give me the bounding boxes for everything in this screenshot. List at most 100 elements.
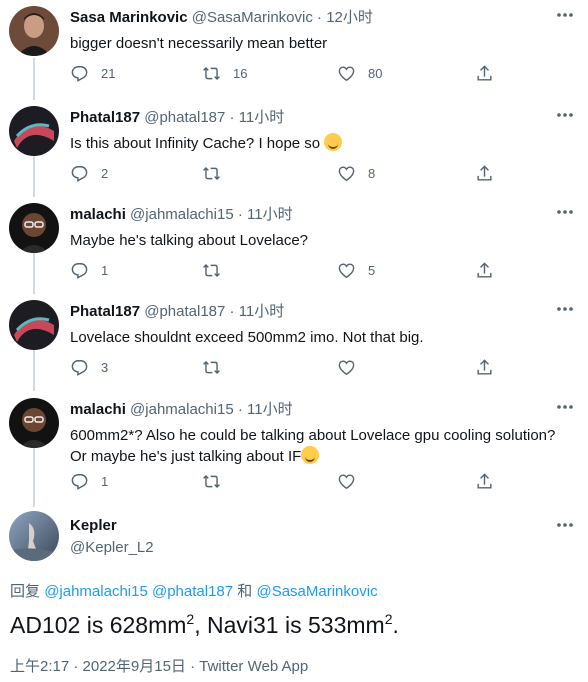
- tweet[interactable]: malachi @jahmalachi15 · 11小时 Maybe he's …: [0, 197, 588, 294]
- tweet-text-content: Or maybe he's just talking about IF: [70, 448, 302, 465]
- display-name[interactable]: Phatal187: [70, 109, 140, 126]
- more-icon[interactable]: [556, 306, 574, 312]
- avatar[interactable]: [9, 203, 59, 253]
- tweet-header: Sasa Marinkovic @SasaMarinkovic · 12小时: [70, 9, 373, 27]
- more-icon[interactable]: [556, 12, 574, 18]
- handle[interactable]: @phatal187: [144, 303, 225, 320]
- timestamp[interactable]: 11小时: [247, 206, 293, 223]
- reply-button[interactable]: 3: [70, 356, 108, 378]
- avatar[interactable]: [9, 300, 59, 350]
- reply-icon: [70, 64, 89, 83]
- tweet-text: Maybe he's talking about Lovelace?: [70, 232, 309, 249]
- retweet-icon: [202, 358, 221, 377]
- display-name[interactable]: Phatal187: [70, 303, 140, 320]
- retweet-button[interactable]: [202, 356, 221, 378]
- tweet-text-content: Is this about Infinity Cache? I hope so: [70, 135, 321, 152]
- tweet-text: Lovelace shouldnt exceed 500mm2 imo. Not…: [70, 329, 424, 346]
- mention-link[interactable]: @jahmalachi15: [44, 583, 148, 600]
- handle[interactable]: @jahmalachi15: [130, 401, 234, 418]
- handle[interactable]: @phatal187: [144, 109, 225, 126]
- more-icon[interactable]: [556, 404, 574, 410]
- share-icon: [475, 164, 494, 183]
- reply-button[interactable]: 1: [70, 259, 108, 281]
- more-icon[interactable]: [556, 209, 574, 215]
- more-icon[interactable]: [556, 112, 574, 118]
- retweet-button[interactable]: 16: [202, 62, 247, 84]
- like-button[interactable]: 5: [337, 259, 375, 281]
- tweet[interactable]: Phatal187 @phatal187 · 11小时 Is this abou…: [0, 100, 588, 197]
- tweet-text-line: Or maybe he's just talking about IF: [70, 446, 570, 467]
- display-name[interactable]: Kepler: [70, 517, 117, 534]
- tweet-actions: 3: [62, 356, 562, 378]
- separator: ·: [229, 303, 235, 320]
- reply-count: 2: [101, 165, 109, 181]
- display-name[interactable]: Sasa Marinkovic: [70, 9, 188, 26]
- emoji-sweat-smile: [324, 133, 343, 151]
- like-icon: [337, 358, 356, 377]
- retweet-button[interactable]: [202, 259, 221, 281]
- share-button[interactable]: [475, 62, 494, 84]
- display-name[interactable]: malachi: [70, 206, 126, 223]
- retweet-button[interactable]: [202, 162, 221, 184]
- like-button[interactable]: [337, 470, 356, 492]
- like-count: 80: [368, 65, 383, 81]
- timestamp[interactable]: 11小时: [247, 401, 293, 418]
- tweet-actions: 1: [62, 470, 562, 492]
- reply-button[interactable]: 21: [70, 62, 115, 84]
- like-button[interactable]: [337, 356, 356, 378]
- separator: ·: [237, 206, 243, 223]
- timestamp[interactable]: 11小时: [239, 303, 285, 320]
- like-icon: [337, 261, 356, 280]
- share-button[interactable]: [475, 259, 494, 281]
- separator: ·: [229, 109, 235, 126]
- share-icon: [475, 472, 494, 491]
- handle[interactable]: @jahmalachi15: [130, 206, 234, 223]
- timestamp[interactable]: 11小时: [239, 109, 285, 126]
- handle[interactable]: @Kepler_L2: [70, 539, 154, 556]
- reply-button[interactable]: 2: [70, 162, 108, 184]
- reply-button[interactable]: 1: [70, 470, 108, 492]
- like-button[interactable]: 8: [337, 162, 375, 184]
- reply-count: 1: [101, 473, 109, 489]
- like-count: 8: [368, 165, 376, 181]
- tweet[interactable]: malachi @jahmalachi15 · 11小时 600mm2*? Al…: [0, 392, 588, 507]
- display-name[interactable]: malachi: [70, 401, 126, 418]
- share-icon: [475, 261, 494, 280]
- like-button[interactable]: 80: [337, 62, 382, 84]
- main-tweet-text: AD102 is 628mm2, Navi31 is 533mm2.: [10, 611, 399, 639]
- like-count: 5: [368, 262, 376, 278]
- text-segment: , Navi31 is 533mm: [194, 612, 385, 638]
- share-icon: [475, 358, 494, 377]
- mention-link[interactable]: @phatal187: [152, 583, 233, 600]
- tweet-actions: 1 5: [62, 259, 562, 281]
- reply-icon: [70, 261, 89, 280]
- handle[interactable]: @SasaMarinkovic: [192, 9, 313, 26]
- tweet-timestamp[interactable]: 上午2:17 · 2022年9月15日 · Twitter Web App: [10, 655, 308, 676]
- reply-count: 3: [101, 359, 109, 375]
- retweet-icon: [202, 472, 221, 491]
- tweet-text-line: 600mm2*? Also he could be talking about …: [70, 427, 556, 444]
- retweet-count: 16: [233, 65, 248, 81]
- tweet[interactable]: Sasa Marinkovic @SasaMarinkovic · 12小时 b…: [0, 0, 588, 97]
- like-icon: [337, 64, 356, 83]
- tweet-header: Phatal187 @phatal187 · 11小时: [70, 109, 284, 127]
- share-button[interactable]: [475, 162, 494, 184]
- reply-count: 1: [101, 262, 109, 278]
- avatar[interactable]: [9, 106, 59, 156]
- tweet[interactable]: Phatal187 @phatal187 · 11小时 Lovelace sho…: [0, 294, 588, 391]
- avatar[interactable]: [9, 6, 59, 56]
- avatar[interactable]: [9, 511, 59, 561]
- reply-icon: [70, 358, 89, 377]
- avatar[interactable]: [9, 398, 59, 448]
- more-icon[interactable]: [556, 522, 574, 528]
- mention-link[interactable]: @SasaMarinkovic: [256, 583, 377, 600]
- reply-count: 21: [101, 65, 116, 81]
- retweet-button[interactable]: [202, 470, 221, 492]
- retweet-icon: [202, 164, 221, 183]
- share-button[interactable]: [475, 470, 494, 492]
- share-button[interactable]: [475, 356, 494, 378]
- like-icon: [337, 472, 356, 491]
- timestamp[interactable]: 12小时: [326, 9, 373, 26]
- reply-context: 回复 @jahmalachi15 @phatal187 和 @SasaMarin…: [10, 580, 378, 601]
- reply-and: 和: [237, 583, 253, 600]
